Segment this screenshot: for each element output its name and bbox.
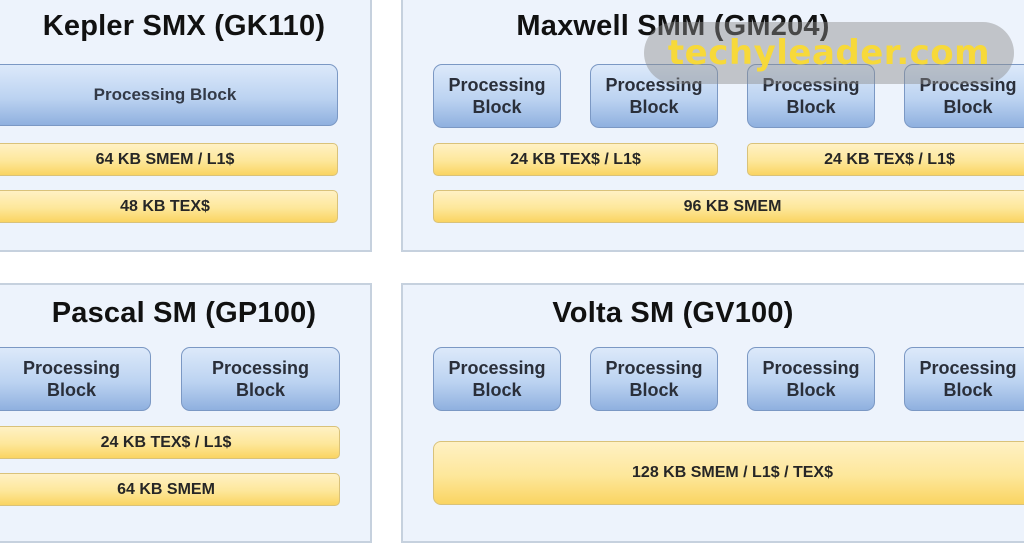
volta-title: Volta SM (GV100) (552, 297, 794, 329)
processing-block-label: Processing Block (211, 358, 310, 400)
processing-block-label: Processing Block (448, 75, 546, 117)
processing-block: Processing Block (0, 64, 338, 126)
processing-block-label: Processing Block (448, 358, 546, 400)
processing-block-label: Processing Block (762, 358, 860, 400)
memory-tex-l1: 24 KB TEX$ / L1$ (0, 426, 340, 459)
processing-block: Processing Block (181, 347, 340, 411)
memory-tex-l1-a: 24 KB TEX$ / L1$ (433, 143, 718, 176)
processing-block: Processing Block (433, 347, 561, 411)
memory-smem: 64 KB SMEM (0, 473, 340, 506)
memory-tex-l1-b: 24 KB TEX$ / L1$ (747, 143, 1024, 176)
processing-block-label: Processing Block (605, 358, 703, 400)
processing-block: Processing Block (0, 347, 151, 411)
processing-block: Processing Block (747, 347, 875, 411)
processing-block: Processing Block (904, 347, 1024, 411)
processing-block-label: Processing Block (919, 358, 1017, 400)
processing-block: Processing Block (433, 64, 561, 128)
processing-block-label: Processing Block (93, 85, 237, 104)
processing-block: Processing Block (590, 347, 718, 411)
memory-unified: 128 KB SMEM / L1$ / TEX$ (433, 441, 1024, 505)
watermark: techyleader.com (644, 22, 1014, 84)
memory-smem: 96 KB SMEM (433, 190, 1024, 223)
memory-tex: 48 KB TEX$ (0, 190, 338, 223)
volta-sm-panel: Volta SM (GV100) Processing Block Proces… (401, 283, 1024, 543)
processing-block-label: Processing Block (22, 358, 121, 400)
memory-smem-l1: 64 KB SMEM / L1$ (0, 143, 338, 176)
